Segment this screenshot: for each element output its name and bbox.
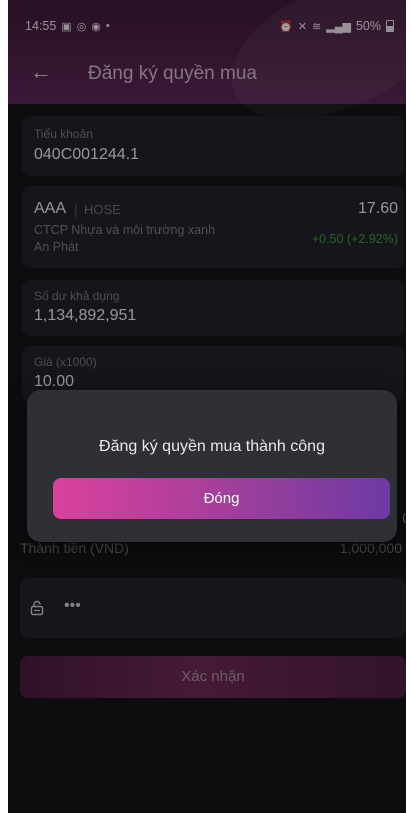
close-button[interactable]: Đóng	[53, 478, 390, 519]
success-dialog: Đăng ký quyền mua thành công Đóng	[27, 390, 397, 542]
app-screen: 14:55 ▣ ◎ ◉ • ⏰ ✕ ≋ ▂▄▆ 50% ← Đăng ký qu…	[8, 0, 406, 813]
dialog-message: Đăng ký quyền mua thành công	[99, 438, 325, 455]
